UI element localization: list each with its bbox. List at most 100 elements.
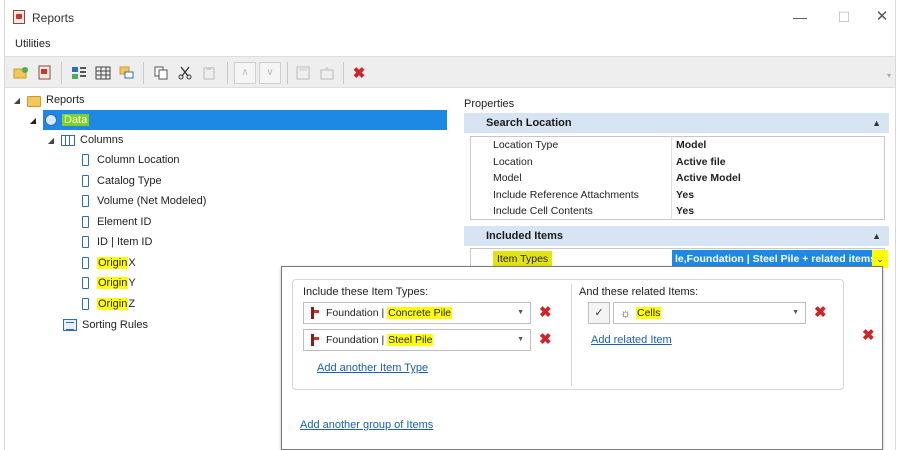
toolbar-separator bbox=[343, 62, 344, 84]
paste-icon[interactable] bbox=[199, 63, 219, 83]
cells-icon: ☼ bbox=[620, 306, 631, 320]
tree-node-column[interactable]: Element ID bbox=[79, 212, 151, 232]
maximize-button[interactable]: ☐ bbox=[829, 6, 859, 28]
delete-item-type-button[interactable]: ✖ bbox=[539, 332, 552, 347]
tree-node-column[interactable]: Catalog Type bbox=[79, 171, 162, 191]
selection-bar bbox=[43, 110, 447, 130]
item-types-key: Item Types bbox=[493, 251, 553, 267]
folder-icon bbox=[27, 95, 41, 107]
delete-item-type-button[interactable]: ✖ bbox=[539, 305, 552, 320]
toolbar-separator bbox=[287, 62, 288, 84]
tree-node-column[interactable]: Volume (Net Modeled) bbox=[79, 191, 206, 211]
chevron-down-icon[interactable]: ▼ bbox=[792, 303, 799, 323]
included-items-header[interactable]: Included Items ▲ bbox=[464, 226, 889, 246]
cut-icon[interactable] bbox=[175, 63, 195, 83]
tree-node-label: Reports bbox=[46, 94, 85, 106]
sorting-rules-icon bbox=[63, 319, 77, 331]
related-item-checkbox[interactable]: ✓ bbox=[588, 302, 610, 324]
new-group-icon[interactable] bbox=[35, 63, 55, 83]
tree-node-label-suffix: Y bbox=[128, 277, 136, 289]
tree-node-column[interactable]: Origin X bbox=[79, 253, 136, 273]
add-group-link[interactable]: Add another group of Items bbox=[300, 419, 433, 431]
collapse-icon[interactable]: ▲ bbox=[872, 226, 881, 246]
delete-group-button[interactable]: ✖ bbox=[862, 328, 875, 343]
tree-node-data[interactable]: ◢ Data bbox=[27, 110, 447, 130]
tree-node-column[interactable]: Column Location bbox=[79, 150, 180, 170]
add-related-item-link[interactable]: Add related Item bbox=[591, 334, 672, 346]
item-types-row[interactable]: Item Types le,Foundation | Steel Pile + … bbox=[470, 248, 888, 268]
tree-node-label-suffix: X bbox=[128, 257, 136, 269]
column-divider bbox=[571, 284, 572, 386]
columns-icon[interactable] bbox=[69, 63, 89, 83]
section-title: Search Location bbox=[486, 117, 572, 129]
property-value[interactable]: Yes bbox=[676, 189, 694, 201]
item-type-combo[interactable]: Foundation | Concrete Pile ▼ bbox=[303, 302, 531, 324]
property-value[interactable]: Active Model bbox=[676, 172, 741, 184]
expander-icon[interactable]: ◢ bbox=[27, 116, 39, 125]
property-row[interactable]: Location Active file bbox=[471, 153, 884, 170]
item-type-combo[interactable]: Foundation | Steel Pile ▼ bbox=[303, 329, 531, 351]
columns-icon bbox=[61, 134, 75, 146]
property-row[interactable]: Include Reference Attachments Yes bbox=[471, 186, 884, 203]
highlighted-text: Origin bbox=[97, 257, 129, 269]
highlighted-text: Origin bbox=[97, 298, 129, 310]
property-row[interactable]: Model Active Model bbox=[471, 170, 884, 187]
column-icon bbox=[82, 195, 89, 207]
property-value[interactable]: Active file bbox=[676, 156, 726, 168]
property-key: Include Reference Attachments bbox=[493, 188, 639, 201]
window-title: Reports bbox=[32, 11, 75, 25]
column-icon bbox=[82, 236, 89, 248]
related-items-label: And these related Items: bbox=[579, 286, 699, 298]
collapse-icon[interactable]: ▲ bbox=[872, 113, 881, 133]
expander-icon[interactable]: ◢ bbox=[11, 96, 23, 105]
menu-utilities[interactable]: Utilities bbox=[15, 38, 50, 50]
property-row[interactable]: Include Cell Contents Yes bbox=[471, 203, 884, 220]
move-up-icon[interactable]: ∧ bbox=[234, 62, 256, 84]
minimize-button[interactable]: — bbox=[785, 6, 815, 28]
column-icon bbox=[82, 175, 89, 187]
property-value[interactable]: Model bbox=[676, 139, 706, 151]
search-location-grid: Location Type Model Location Active file M… bbox=[470, 136, 885, 220]
chevron-down-icon[interactable]: ▼ bbox=[517, 330, 524, 350]
tree-node-reports[interactable]: ◢ Reports bbox=[11, 90, 85, 110]
search-location-header[interactable]: Search Location ▲ bbox=[464, 113, 889, 133]
close-button[interactable]: ✕ bbox=[867, 6, 897, 28]
include-item-types-label: Include these Item Types: bbox=[303, 286, 429, 298]
section-title: Included Items bbox=[486, 230, 564, 242]
properties-label: Properties bbox=[464, 98, 515, 110]
tree-node-label: Catalog Type bbox=[97, 175, 162, 187]
property-row[interactable]: Location Type Model bbox=[471, 137, 884, 154]
item-type-highlight: Steel Pile bbox=[387, 334, 434, 346]
toolbar-overflow-icon[interactable]: ▾ bbox=[887, 71, 891, 80]
related-item-combo[interactable]: ☼ Cells ▼ bbox=[613, 302, 806, 324]
tree-node-column[interactable]: Origin Z bbox=[79, 294, 135, 314]
tree-node-column[interactable]: Origin Y bbox=[79, 273, 136, 293]
tree-node-label-suffix: Z bbox=[128, 298, 136, 310]
chevron-down-icon[interactable]: ▼ bbox=[517, 303, 524, 323]
expander-icon[interactable]: ◢ bbox=[45, 136, 57, 145]
tree-node-columns[interactable]: ◢ Columns bbox=[45, 130, 123, 150]
tree-node-label: Data bbox=[62, 114, 90, 126]
property-key: Include Cell Contents bbox=[493, 205, 593, 217]
grid-icon[interactable] bbox=[93, 63, 113, 83]
item-type-prefix: Foundation | bbox=[326, 307, 388, 319]
related-item-highlight: Cells bbox=[636, 307, 662, 319]
toolbar-separator bbox=[227, 62, 228, 84]
copy-icon[interactable] bbox=[151, 63, 171, 83]
delete-icon[interactable]: ✖ bbox=[349, 63, 369, 83]
import-icon[interactable] bbox=[317, 63, 337, 83]
tree-node-sorting-rules[interactable]: Sorting Rules bbox=[63, 315, 148, 335]
column-icon bbox=[82, 298, 89, 310]
add-item-type-link[interactable]: Add another Item Type bbox=[317, 362, 428, 374]
move-down-icon[interactable]: ∨ bbox=[259, 62, 281, 84]
item-types-editor-popup: Include these Item Types: And these rela… bbox=[281, 266, 883, 450]
sorting-icon[interactable] bbox=[117, 63, 137, 83]
tree-node-column[interactable]: ID | Item ID bbox=[79, 232, 152, 252]
save-icon[interactable] bbox=[293, 63, 313, 83]
new-report-icon[interactable] bbox=[11, 63, 31, 83]
delete-related-item-button[interactable]: ✖ bbox=[814, 305, 827, 320]
reports-app-icon bbox=[13, 10, 25, 24]
column-icon bbox=[82, 154, 89, 166]
property-value[interactable]: Yes bbox=[676, 205, 694, 217]
reports-window: Reports — ☐ ✕ Utilities ∧ ∨ ✖ ▾ ◢ Report… bbox=[4, 0, 896, 450]
